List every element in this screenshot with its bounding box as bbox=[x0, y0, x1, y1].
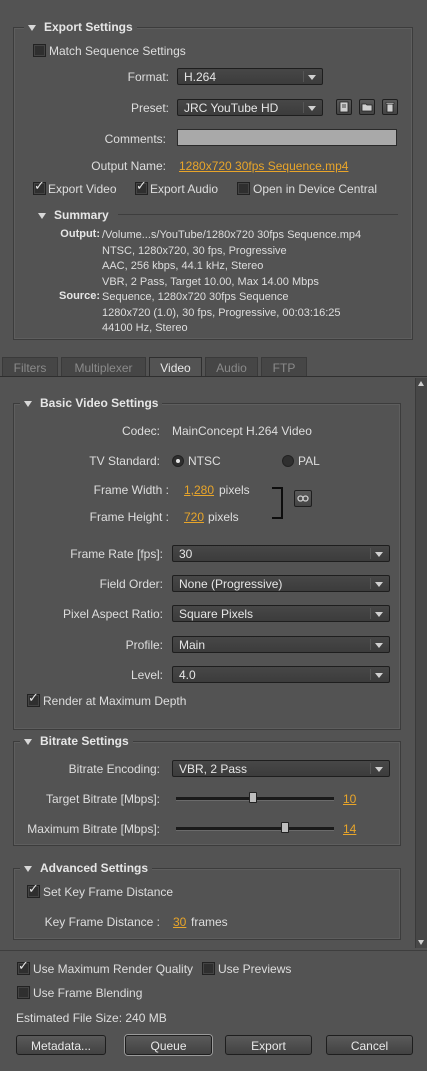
collapse-triangle-icon bbox=[38, 212, 46, 219]
basic-video-settings-header[interactable]: Basic Video Settings bbox=[20, 396, 163, 410]
bottom-divider bbox=[0, 950, 427, 951]
tab-multiplexer[interactable]: Multiplexer bbox=[61, 357, 146, 376]
output-name-link[interactable]: 1280x720 30fps Sequence.mp4 bbox=[179, 159, 348, 173]
queue-button[interactable]: Queue bbox=[125, 1035, 212, 1055]
maximum-bitrate-value[interactable]: 14 bbox=[343, 822, 356, 836]
summary-output-label: Output: bbox=[60, 228, 100, 240]
bitrate-settings-header[interactable]: Bitrate Settings bbox=[20, 734, 133, 748]
target-bitrate-value[interactable]: 10 bbox=[343, 792, 356, 806]
use-frame-blending-label: Use Frame Blending bbox=[33, 986, 143, 1000]
profile-dropdown[interactable]: Main bbox=[172, 636, 390, 653]
frame-width-value[interactable]: 1,280 bbox=[184, 483, 214, 497]
export-video-checkbox[interactable] bbox=[33, 179, 46, 195]
delete-preset-trash-icon[interactable] bbox=[382, 99, 398, 115]
set-key-frame-label: Set Key Frame Distance bbox=[43, 885, 174, 899]
summary-divider bbox=[118, 214, 398, 215]
use-previews-checkbox[interactable] bbox=[202, 962, 215, 975]
tab-ftp[interactable]: FTP bbox=[261, 357, 307, 376]
tab-audio[interactable]: Audio bbox=[205, 357, 258, 376]
advanced-settings-panel bbox=[13, 868, 401, 940]
import-preset-folder-icon[interactable] bbox=[359, 99, 375, 115]
comments-input[interactable] bbox=[177, 129, 397, 146]
format-label: Format: bbox=[127, 70, 169, 84]
key-frame-distance-label: Key Frame Distance : bbox=[44, 915, 160, 929]
tab-filters[interactable]: Filters bbox=[2, 357, 58, 376]
ntsc-radio[interactable] bbox=[172, 455, 184, 467]
frame-width-unit: pixels bbox=[219, 483, 250, 497]
collapse-triangle-icon bbox=[24, 400, 32, 407]
bitrate-encoding-dropdown[interactable]: VBR, 2 Pass bbox=[172, 760, 390, 777]
cancel-button[interactable]: Cancel bbox=[326, 1035, 413, 1055]
collapse-triangle-icon bbox=[28, 24, 36, 31]
collapse-triangle-icon bbox=[24, 865, 32, 872]
constrain-proportions-link-icon[interactable] bbox=[294, 490, 312, 507]
open-device-central-checkbox[interactable] bbox=[237, 182, 250, 195]
key-frame-distance-unit: frames bbox=[191, 915, 228, 929]
use-max-render-quality-label: Use Maximum Render Quality bbox=[33, 962, 194, 976]
frame-rate-label: Frame Rate [fps]: bbox=[70, 547, 163, 561]
tab-bar-line bbox=[0, 376, 427, 377]
output-name-label: Output Name: bbox=[91, 159, 166, 173]
summary-source-text: Sequence, 1280x720 30fps Sequence 1280x7… bbox=[102, 291, 341, 334]
field-order-dropdown[interactable]: None (Progressive) bbox=[172, 575, 390, 592]
frame-rate-dropdown[interactable]: 30 bbox=[172, 545, 390, 562]
tv-standard-label: TV Standard: bbox=[89, 454, 160, 468]
export-button[interactable]: Export bbox=[225, 1035, 312, 1055]
estimated-file-size: Estimated File Size: 240 MB bbox=[16, 1011, 167, 1025]
maximum-bitrate-slider[interactable] bbox=[176, 827, 334, 831]
key-frame-distance-value[interactable]: 30 bbox=[173, 915, 186, 929]
settings-scrollbar[interactable] bbox=[415, 378, 427, 948]
codec-value: MainConcept H.264 Video bbox=[172, 424, 312, 438]
set-key-frame-checkbox[interactable] bbox=[27, 882, 40, 898]
maximum-bitrate-label: Maximum Bitrate [Mbps]: bbox=[27, 822, 160, 836]
preset-dropdown[interactable]: JRC YouTube HD bbox=[177, 99, 323, 116]
open-device-central-label: Open in Device Central bbox=[253, 182, 378, 196]
comments-label: Comments: bbox=[104, 132, 166, 146]
use-previews-label: Use Previews bbox=[218, 962, 292, 976]
use-max-render-quality-checkbox[interactable] bbox=[17, 959, 30, 975]
match-sequence-checkbox[interactable] bbox=[33, 44, 46, 57]
field-order-label: Field Order: bbox=[99, 577, 163, 591]
ntsc-label: NTSC bbox=[188, 454, 221, 468]
pixel-aspect-ratio-label: Pixel Aspect Ratio: bbox=[62, 607, 163, 621]
pixel-aspect-ratio-dropdown[interactable]: Square Pixels bbox=[172, 605, 390, 622]
level-dropdown[interactable]: 4.0 bbox=[172, 666, 390, 683]
maximum-bitrate-slider-thumb[interactable] bbox=[281, 822, 290, 833]
target-bitrate-slider-thumb[interactable] bbox=[249, 792, 258, 803]
frame-height-value[interactable]: 720 bbox=[184, 510, 204, 524]
frame-height-unit: pixels bbox=[208, 510, 239, 524]
summary-output-text: /Volume...s/YouTube/1280x720 30fps Seque… bbox=[102, 229, 362, 288]
summary-header[interactable]: Summary bbox=[38, 208, 109, 222]
format-dropdown[interactable]: H.264 bbox=[177, 68, 323, 85]
pal-radio[interactable] bbox=[282, 455, 294, 467]
preset-label: Preset: bbox=[130, 101, 169, 115]
summary-source-label: Source: bbox=[59, 290, 100, 302]
scroll-up-arrow-icon[interactable] bbox=[418, 381, 424, 386]
link-bracket bbox=[272, 487, 283, 519]
export-video-label: Export Video bbox=[48, 182, 117, 196]
frame-height-label: Frame Height : bbox=[89, 510, 169, 524]
profile-label: Profile: bbox=[125, 638, 163, 652]
match-sequence-label: Match Sequence Settings bbox=[49, 44, 186, 58]
codec-label: Codec: bbox=[121, 424, 160, 438]
export-audio-label: Export Audio bbox=[150, 182, 219, 196]
scroll-down-arrow-icon[interactable] bbox=[418, 940, 424, 945]
pal-label: PAL bbox=[298, 454, 320, 468]
use-frame-blending-checkbox[interactable] bbox=[17, 986, 30, 999]
export-audio-checkbox[interactable] bbox=[135, 179, 148, 195]
target-bitrate-label: Target Bitrate [Mbps]: bbox=[45, 792, 160, 806]
render-max-depth-checkbox[interactable] bbox=[27, 691, 40, 707]
advanced-settings-header[interactable]: Advanced Settings bbox=[20, 861, 153, 875]
level-label: Level: bbox=[130, 668, 163, 682]
tab-video[interactable]: Video bbox=[149, 357, 202, 376]
bitrate-encoding-label: Bitrate Encoding: bbox=[68, 762, 160, 776]
save-preset-icon[interactable] bbox=[336, 99, 352, 115]
render-max-depth-label: Render at Maximum Depth bbox=[43, 694, 187, 708]
export-settings-header[interactable]: Export Settings bbox=[24, 20, 137, 34]
frame-width-label: Frame Width : bbox=[93, 483, 169, 497]
collapse-triangle-icon bbox=[24, 738, 32, 745]
metadata-button[interactable]: Metadata... bbox=[16, 1035, 106, 1055]
